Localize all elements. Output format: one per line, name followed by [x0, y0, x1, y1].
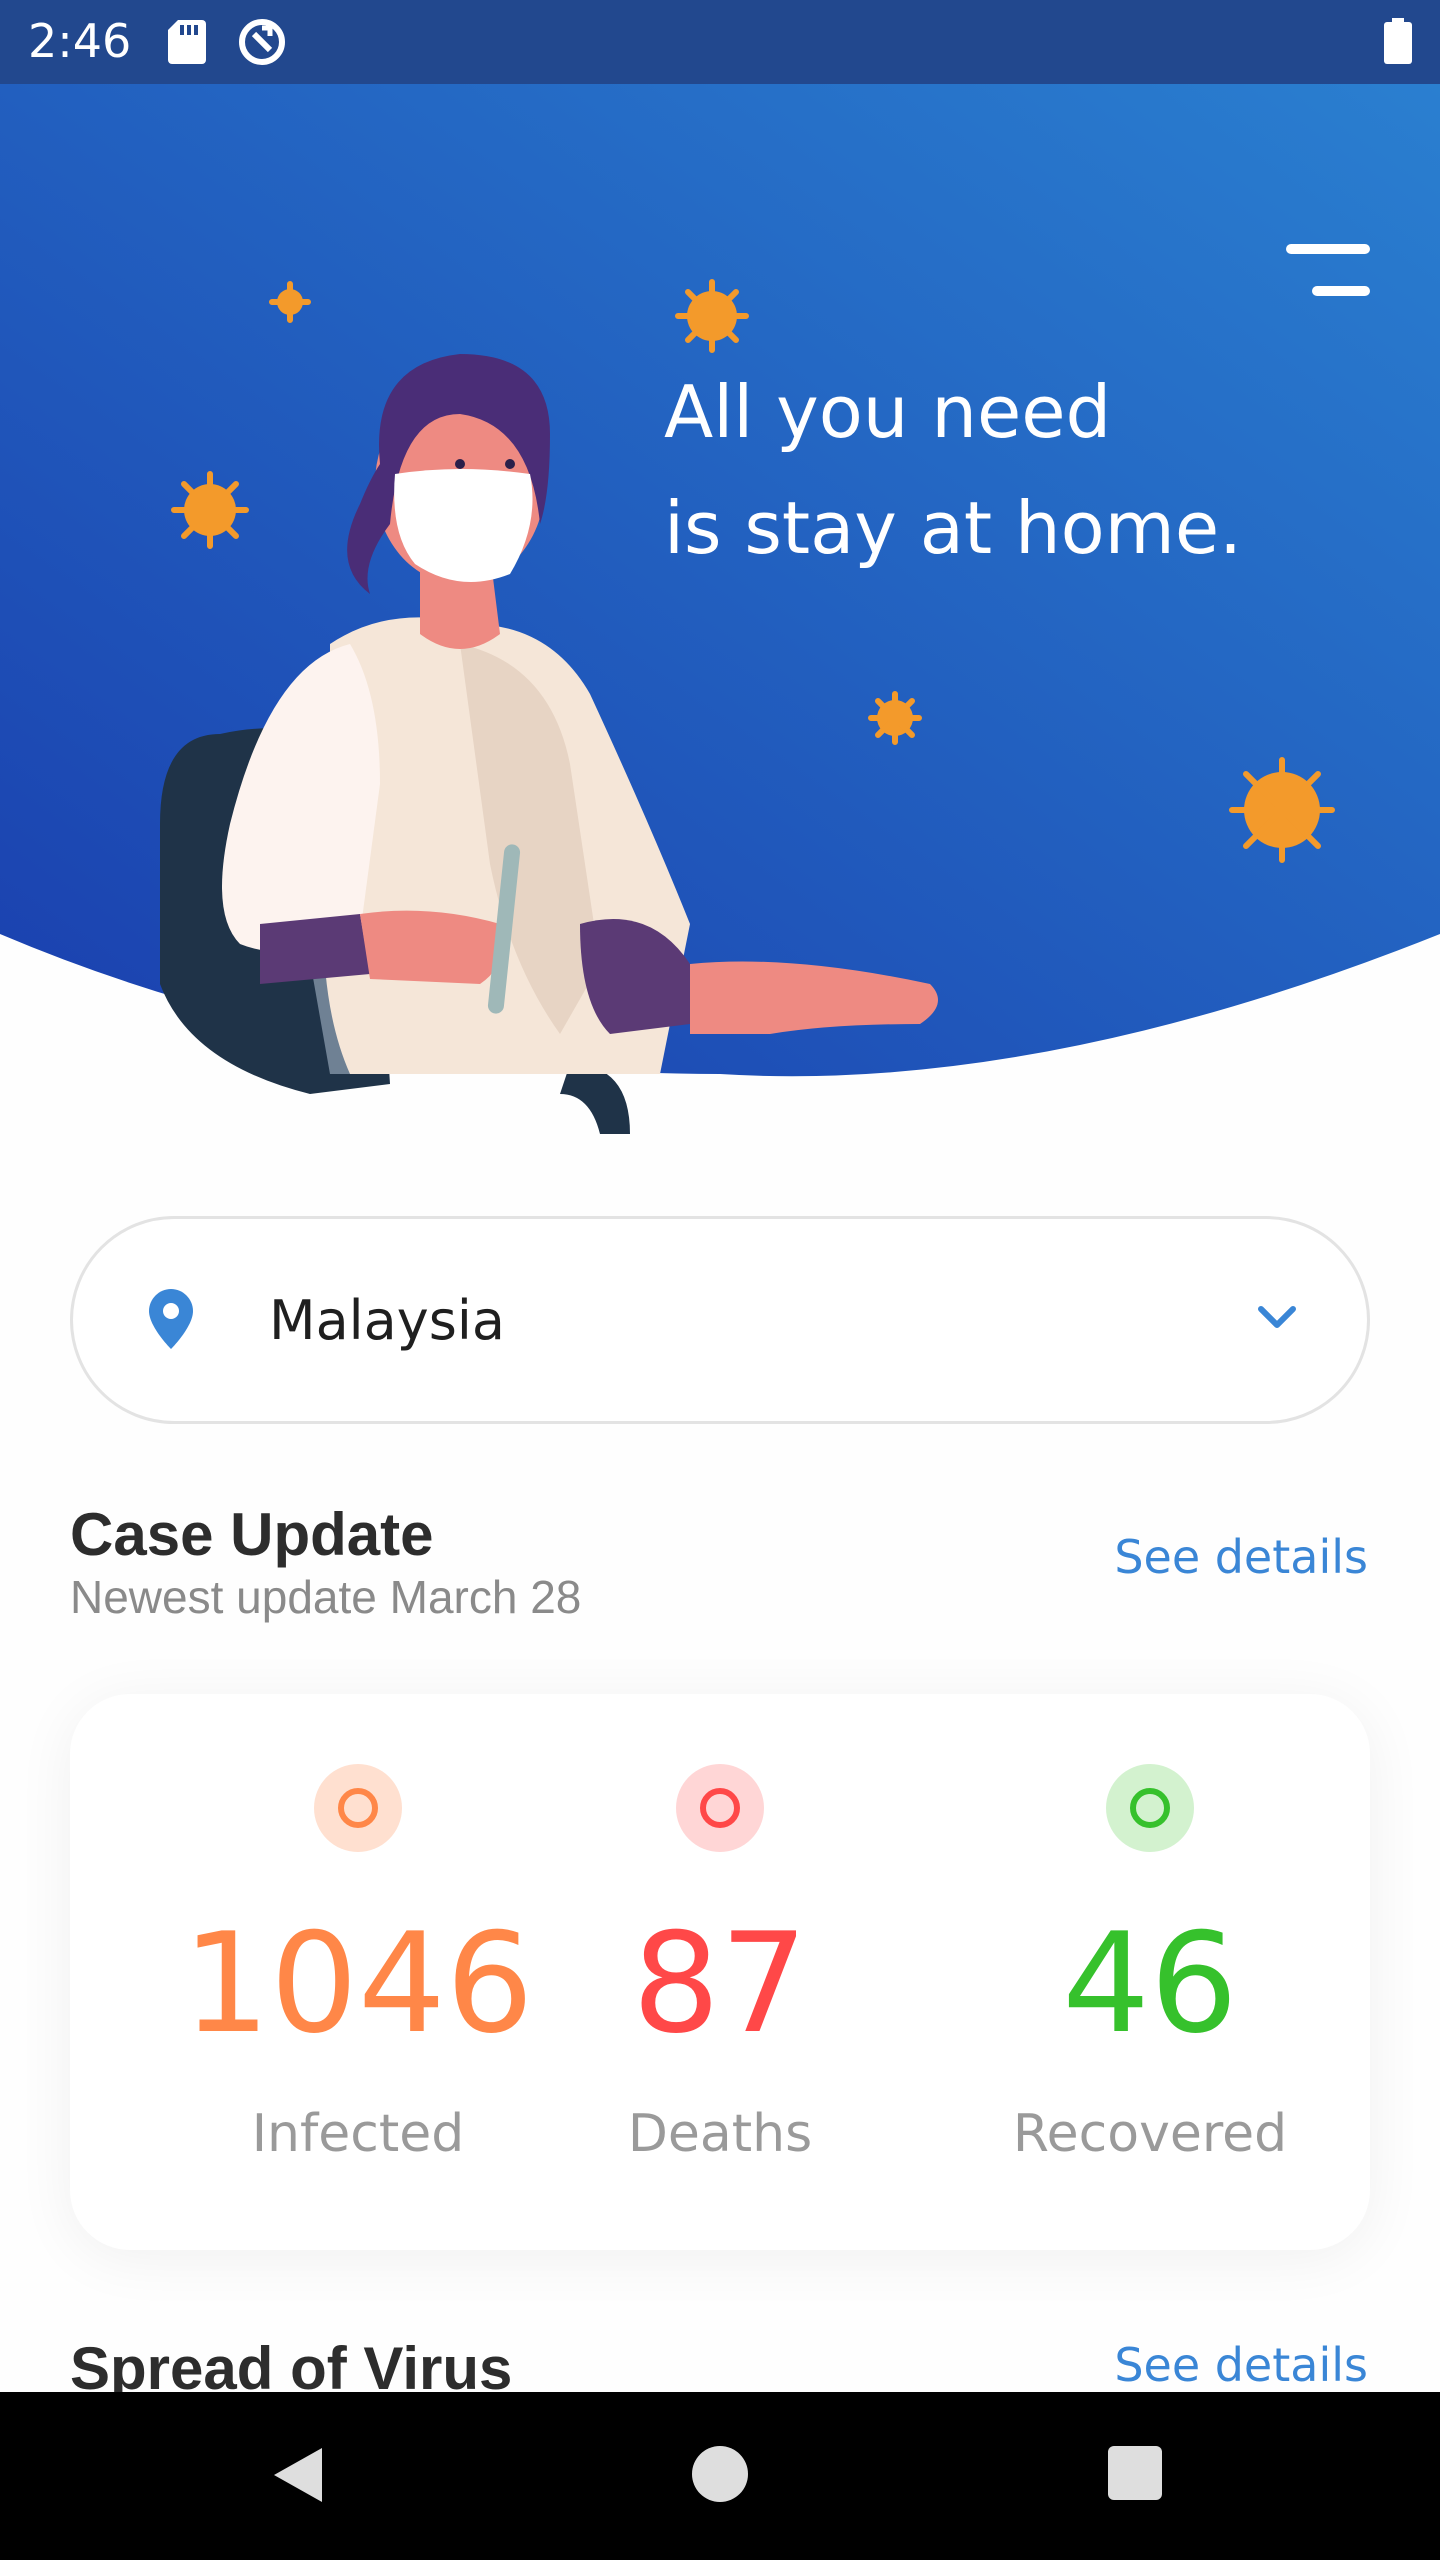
case-update-subtitle: Newest update March 28 — [70, 1571, 582, 1623]
navigation-bar — [0, 2392, 1440, 2560]
hero-title-line2: is stay at home. — [664, 486, 1243, 570]
back-icon[interactable] — [270, 2444, 326, 2511]
hero-title: All you need is stay at home. — [664, 354, 1242, 586]
chevron-down-icon — [1257, 1305, 1297, 1336]
hero-banner: All you need is stay at home. — [0, 84, 1440, 1134]
battery-icon — [1384, 18, 1412, 69]
recents-icon[interactable] — [1108, 2446, 1162, 2500]
location-pin-icon — [149, 1289, 193, 1354]
case-update-title: Case Update — [70, 1501, 434, 1568]
country-value: Malaysia — [269, 1289, 505, 1352]
stat-deaths: 87 Deaths — [540, 1694, 900, 2250]
recovered-count: 46 — [1062, 1903, 1238, 2064]
deaths-count: 87 — [632, 1903, 808, 2064]
stat-infected: 1046 Infected — [178, 1694, 538, 2250]
infected-label: Infected — [251, 2104, 465, 2164]
home-icon[interactable] — [692, 2446, 748, 2502]
infected-count: 1046 — [182, 1903, 534, 2064]
status-time: 2:46 — [28, 14, 132, 68]
status-bar: 2:46 — [0, 0, 1440, 84]
sd-card-icon — [168, 20, 206, 69]
recovered-label: Recovered — [1012, 2104, 1288, 2164]
menu-icon[interactable] — [1286, 244, 1370, 300]
deaths-indicator-icon — [676, 1764, 764, 1852]
infected-indicator-icon — [314, 1764, 402, 1852]
app-screen: 2:46 All you need is stay at home. Malay… — [0, 0, 1440, 2560]
recovered-indicator-icon — [1106, 1764, 1194, 1852]
hero-title-line1: All you need — [664, 370, 1112, 454]
country-dropdown[interactable]: Malaysia — [70, 1216, 1370, 1424]
deaths-label: Deaths — [627, 2104, 813, 2164]
case-stats-card: 1046 Infected 87 Deaths 46 Recovered — [70, 1694, 1370, 2250]
stat-recovered: 46 Recovered — [970, 1694, 1330, 2250]
case-update-see-details-link[interactable]: See details — [1114, 1530, 1368, 1584]
spread-see-details-link[interactable]: See details — [1114, 2338, 1368, 2392]
sync-icon — [236, 16, 288, 73]
